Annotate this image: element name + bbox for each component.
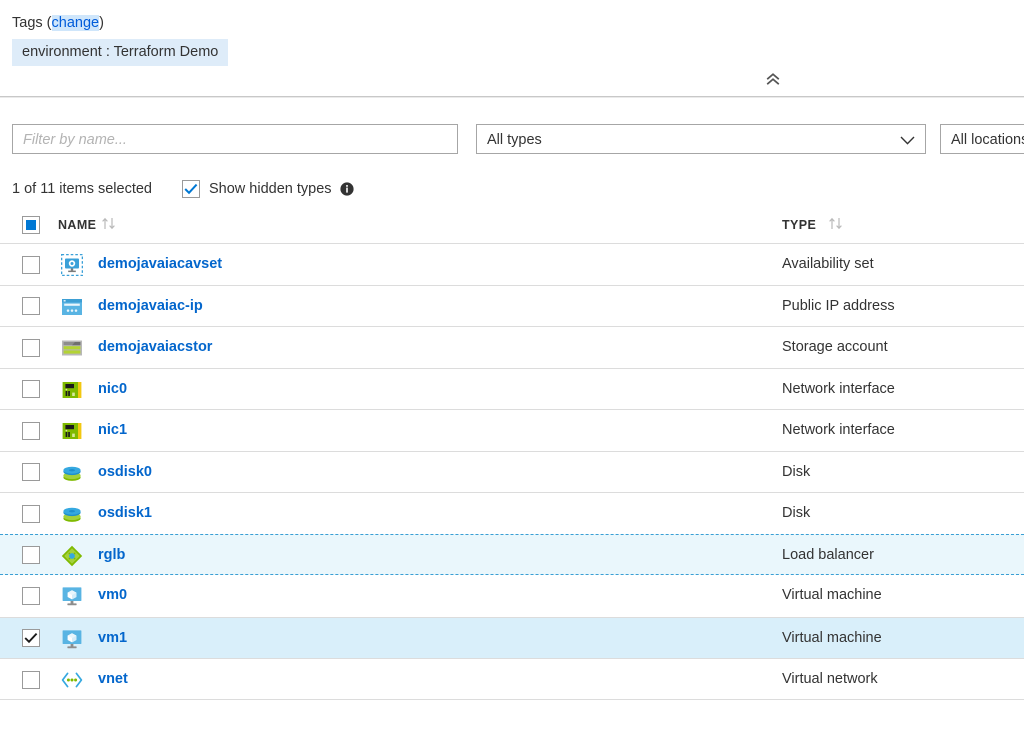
all-locations-dropdown[interactable]: All locations xyxy=(940,124,1024,154)
public-ip-icon xyxy=(61,296,83,318)
tag-pill-environment[interactable]: environment : Terraform Demo xyxy=(12,39,228,66)
row-checkbox[interactable] xyxy=(22,297,40,315)
chevron-down-icon xyxy=(900,125,915,155)
sort-arrows-icon-type[interactable] xyxy=(828,217,844,230)
virtual-network-icon xyxy=(61,669,83,691)
all-types-dropdown[interactable]: All types xyxy=(476,124,926,154)
select-all-checkbox[interactable] xyxy=(22,216,40,234)
table-body: demojavaiacavset Availability set demojav… xyxy=(0,243,1024,700)
resource-name-link[interactable]: vm0 xyxy=(98,575,127,617)
resource-type-text: Disk xyxy=(782,493,810,535)
resource-name-link[interactable]: demojavaiacstor xyxy=(98,327,212,369)
row-checkbox[interactable] xyxy=(22,629,40,647)
column-header-type[interactable]: TYPE xyxy=(782,218,816,232)
resources-table: NAME TYPE demoja xyxy=(0,212,1024,700)
resource-type-text: Network interface xyxy=(782,410,895,452)
resource-type-text: Virtual machine xyxy=(782,575,882,617)
table-row[interactable]: osdisk0 Disk xyxy=(0,451,1024,493)
availability-set-icon xyxy=(61,254,83,276)
table-row[interactable]: vm0 Virtual machine xyxy=(0,575,1024,617)
resource-name-link[interactable]: rglb xyxy=(98,535,125,577)
resource-name-link[interactable]: demojavaiacavset xyxy=(98,244,222,286)
tags-label-line: Tags (change) xyxy=(12,14,228,32)
disk-icon xyxy=(61,462,83,484)
tags-change-link[interactable]: change xyxy=(52,15,100,31)
checkmark-icon xyxy=(24,632,38,644)
collapse-essentials-button[interactable] xyxy=(760,69,786,89)
row-checkbox[interactable] xyxy=(22,587,40,605)
row-checkbox[interactable] xyxy=(22,463,40,481)
row-checkbox[interactable] xyxy=(22,422,40,440)
table-row[interactable]: osdisk1 Disk xyxy=(0,492,1024,534)
indeterminate-square-icon xyxy=(26,220,36,230)
show-hidden-types-label: Show hidden types xyxy=(209,181,332,197)
row-checkbox[interactable] xyxy=(22,256,40,274)
resource-type-text: Virtual network xyxy=(782,659,878,701)
tags-paren-close: ) xyxy=(99,15,104,31)
column-header-name[interactable]: NAME xyxy=(58,218,96,232)
show-hidden-types-checkbox[interactable] xyxy=(182,180,200,198)
virtual-machine-icon xyxy=(61,585,83,607)
network-interface-icon xyxy=(61,420,83,442)
resource-name-link[interactable]: nic1 xyxy=(98,410,127,452)
table-row[interactable]: vnet Virtual network xyxy=(0,658,1024,700)
row-checkbox[interactable] xyxy=(22,671,40,689)
row-checkbox[interactable] xyxy=(22,380,40,398)
sort-arrows-icon-name[interactable] xyxy=(101,217,117,230)
divider-top-shadow xyxy=(0,97,1024,98)
resource-type-text: Load balancer xyxy=(782,535,874,577)
resource-name-link[interactable]: osdisk0 xyxy=(98,452,152,494)
tags-section: Tags (change) environment : Terraform De… xyxy=(12,14,228,66)
resource-name-link[interactable]: osdisk1 xyxy=(98,493,152,535)
load-balancer-icon xyxy=(61,545,83,567)
resource-name-link[interactable]: vm1 xyxy=(98,618,127,660)
table-row[interactable]: vm1 Virtual machine xyxy=(0,617,1024,659)
resource-group-resources-page: Tags (change) environment : Terraform De… xyxy=(0,0,1024,738)
table-row[interactable]: demojavaiac-ip Public IP address xyxy=(0,285,1024,327)
all-types-value: All types xyxy=(487,125,542,155)
table-row[interactable]: demojavaiacstor Storage account xyxy=(0,326,1024,368)
all-locations-value: All locations xyxy=(951,125,1024,155)
tags-label: Tags xyxy=(12,15,43,31)
resource-type-text: Storage account xyxy=(782,327,888,369)
resource-type-text: Public IP address xyxy=(782,286,895,328)
resource-type-text: Virtual machine xyxy=(782,618,882,660)
filter-by-name-input[interactable]: Filter by name... xyxy=(12,124,458,154)
row-checkbox[interactable] xyxy=(22,339,40,357)
tags-paren-open: ( xyxy=(47,15,52,31)
chevron-double-up-icon xyxy=(765,73,781,86)
row-checkbox[interactable] xyxy=(22,546,40,564)
filter-bar: Filter by name... All types All location… xyxy=(0,124,1024,154)
table-row[interactable]: nic1 Network interface xyxy=(0,409,1024,451)
resource-name-link[interactable]: nic0 xyxy=(98,369,127,411)
storage-account-icon xyxy=(61,337,83,359)
table-row[interactable]: nic0 Network interface xyxy=(0,368,1024,410)
filter-by-name-placeholder: Filter by name... xyxy=(23,125,127,155)
table-row[interactable]: rglb Load balancer xyxy=(0,534,1024,576)
table-header: NAME TYPE xyxy=(0,212,1024,243)
resource-name-link[interactable]: demojavaiac-ip xyxy=(98,286,203,328)
resource-type-text: Network interface xyxy=(782,369,895,411)
info-icon[interactable] xyxy=(340,182,354,196)
items-selected-count: 1 of 11 items selected xyxy=(12,181,152,197)
table-row[interactable]: demojavaiacavset Availability set xyxy=(0,243,1024,285)
resource-type-text: Availability set xyxy=(782,244,874,286)
selection-summary-row: 1 of 11 items selected Show hidden types xyxy=(12,178,354,200)
resource-name-link[interactable]: vnet xyxy=(98,659,128,701)
checkmark-icon xyxy=(184,183,198,195)
row-checkbox[interactable] xyxy=(22,505,40,523)
virtual-machine-icon xyxy=(61,628,83,650)
network-interface-icon xyxy=(61,379,83,401)
resource-type-text: Disk xyxy=(782,452,810,494)
disk-icon xyxy=(61,503,83,525)
